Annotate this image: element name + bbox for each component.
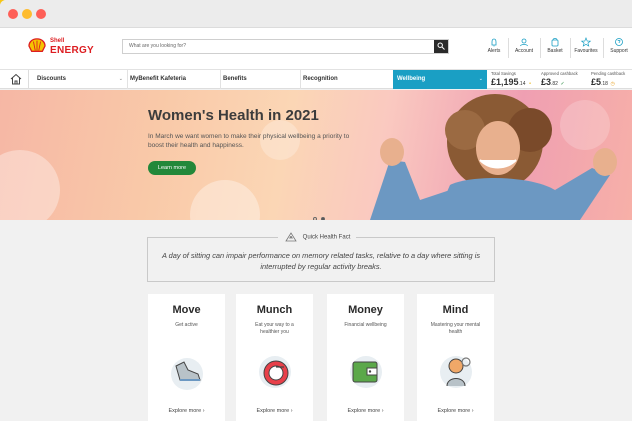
clock-icon: ◷: [610, 81, 615, 87]
carousel-dot-active[interactable]: [321, 217, 325, 220]
card-munch[interactable]: Munch Eat your way to a healthier you Ex…: [236, 294, 313, 421]
card-title: Money: [348, 304, 383, 316]
explore-more-link[interactable]: Explore more ›: [417, 408, 494, 414]
coin-icon: ⚬: [528, 81, 533, 87]
bell-icon: [491, 38, 497, 47]
card-title: Move: [172, 304, 201, 316]
basket-icon: [551, 38, 559, 47]
approved-cashback[interactable]: Approved cashback £3.82 ✓: [541, 71, 578, 89]
basket-label: Basket: [547, 48, 563, 54]
hero-title: Women's Health in 2021: [148, 107, 319, 124]
account-label: Account: [514, 48, 534, 54]
close-window-button[interactable]: [8, 9, 18, 19]
explore-more-label: Explore more: [437, 408, 471, 414]
account-button[interactable]: Account: [511, 37, 537, 54]
fact-text: A day of sitting can impair performance …: [161, 251, 481, 271]
total-savings-value: £1,195: [491, 77, 519, 87]
alerts-button[interactable]: Alerts: [484, 37, 504, 54]
nav-item-wellbeing[interactable]: Wellbeing ⌄: [393, 70, 487, 89]
nav-discounts-label: Discounts: [37, 76, 67, 82]
explore-more-link[interactable]: Explore more ›: [148, 408, 225, 414]
explore-more-label: Explore more: [168, 408, 202, 414]
carousel-dot[interactable]: [313, 217, 317, 220]
favourites-button[interactable]: Favourites: [572, 37, 600, 54]
alerts-label: Alerts: [487, 48, 501, 54]
card-mind[interactable]: Mind Mastering your mental health Explor…: [417, 294, 494, 421]
nav-recognition-label: Recognition: [303, 76, 338, 82]
fact-label: Quick Health Fact: [302, 234, 351, 241]
card-money[interactable]: Money Financial wellbeing Explore more ›: [327, 294, 404, 421]
total-savings-decimal: .14: [518, 81, 526, 87]
nav-benefits-label: Benefits: [223, 76, 247, 82]
hero-woman-image: [370, 94, 617, 220]
carousel-indicators: [313, 208, 329, 220]
search-input[interactable]: What are you looking for?: [122, 39, 449, 54]
main-nav: Discounts ⌄ MyBenefit Kafeteria Benefits…: [0, 70, 632, 89]
brand-wordmark[interactable]: Shell ENERGY: [50, 37, 95, 56]
nav-item-discounts[interactable]: Discounts ⌄: [37, 70, 127, 89]
card-subtitle: Financial wellbeing: [344, 322, 387, 328]
nav-item-mybenefit-kafeteria[interactable]: MyBenefit Kafeteria: [130, 70, 220, 89]
pending-cashback-decimal: .18: [601, 81, 608, 87]
help-icon: [615, 38, 623, 46]
nav-mybenefit-label: MyBenefit Kafeteria: [130, 76, 187, 82]
check-circle-icon: ✓: [560, 81, 565, 87]
fact-header: Quick Health Fact: [278, 231, 357, 244]
plate-icon: [259, 356, 291, 388]
card-title: Mind: [442, 304, 469, 316]
chevron-down-icon: ⌄: [478, 76, 483, 82]
card-subtitle: Eat your way to a healthier you: [255, 322, 294, 335]
chevron-right-icon: ›: [381, 408, 384, 414]
brand-name: ENERGY: [50, 45, 95, 56]
card-title: Munch: [256, 304, 293, 316]
pending-cashback-value: £5: [591, 77, 602, 87]
search-icon: [437, 42, 445, 50]
mind-gears-icon: [440, 356, 472, 388]
chevron-right-icon: ›: [471, 408, 474, 414]
running-shoe-icon: [171, 358, 203, 390]
nav-item-benefits[interactable]: Benefits: [223, 70, 298, 89]
browser-window: Shell ENERGY What are you looking for? A…: [0, 0, 632, 421]
total-savings[interactable]: Total Savings £1,195.14 ⚬: [491, 71, 532, 89]
explore-more-link[interactable]: Explore more ›: [236, 408, 313, 414]
support-button[interactable]: Support: [606, 37, 632, 54]
hero-banner: Women's Health in 2021 In March we want …: [0, 90, 632, 220]
shell-logo-icon[interactable]: [28, 38, 46, 54]
window-titlebar: [0, 0, 632, 28]
approved-cashback-value: £3: [541, 77, 552, 87]
user-icon: [520, 38, 528, 47]
wallet-icon: [350, 356, 382, 388]
support-label: Support: [610, 48, 628, 54]
favourites-label: Favourites: [574, 48, 598, 54]
home-icon[interactable]: [10, 73, 22, 85]
approved-cashback-decimal: .82: [551, 81, 558, 87]
chevron-down-icon: ⌄: [118, 76, 123, 82]
card-subtitle: Mastering your mental health: [430, 322, 481, 335]
search-placeholder: What are you looking for?: [129, 43, 186, 49]
card-subtitle: Get active: [175, 322, 198, 328]
learn-more-button[interactable]: Learn more: [148, 161, 196, 175]
hero-text: In March we want women to make their phy…: [148, 133, 350, 149]
pending-cashback[interactable]: Pending cashback £5.18 ◷: [591, 71, 625, 89]
star-icon: [580, 37, 592, 47]
card-move[interactable]: Move Get active Explore more ›: [148, 294, 225, 421]
explore-more-label: Explore more: [347, 408, 381, 414]
quick-health-fact: Quick Health Fact A day of sitting can i…: [147, 231, 495, 282]
nav-wellbeing-label: Wellbeing: [397, 76, 426, 82]
brand-small: Shell: [50, 38, 65, 44]
nav-item-recognition[interactable]: Recognition: [303, 70, 391, 89]
zoom-window-button[interactable]: [36, 9, 46, 19]
site-header: Shell ENERGY What are you looking for? A…: [0, 28, 632, 70]
explore-more-label: Explore more: [256, 408, 290, 414]
health-icon: [285, 232, 297, 242]
chevron-right-icon: ›: [290, 408, 293, 414]
explore-more-link[interactable]: Explore more ›: [327, 408, 404, 414]
chevron-right-icon: ›: [202, 408, 205, 414]
minimize-window-button[interactable]: [22, 9, 32, 19]
basket-button[interactable]: Basket: [543, 37, 567, 54]
search-button[interactable]: [434, 40, 448, 53]
